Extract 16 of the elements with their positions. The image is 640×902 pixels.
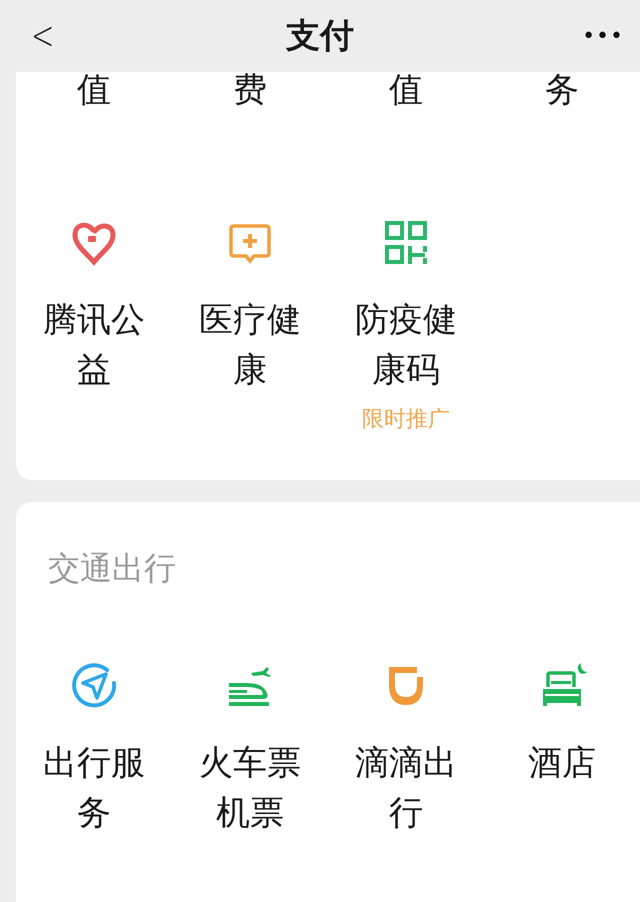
back-button[interactable]: < [31, 13, 54, 59]
service-label[interactable]: 火车票机票 [190, 738, 310, 838]
service-label[interactable]: 腾讯公益 [34, 295, 154, 395]
service-label[interactable]: 出行服务 [34, 738, 154, 838]
service-label[interactable]: 滴滴出行 [346, 738, 466, 838]
service-label[interactable]: 费 [233, 72, 267, 108]
service-label[interactable]: 值 [389, 72, 423, 108]
service-label[interactable]: 酒店 [502, 738, 622, 788]
service-label[interactable]: 值 [77, 72, 111, 108]
service-label[interactable]: 防疫健康码 [346, 295, 466, 395]
service-label[interactable]: 医疗健康 [190, 295, 310, 395]
promo-tag: 限时推广 [362, 405, 450, 435]
section-title: 交通出行 [47, 548, 177, 588]
page-title: 支付 [286, 15, 354, 58]
service-label[interactable]: 务 [545, 72, 579, 108]
more-button[interactable]: ••• [582, 24, 624, 48]
